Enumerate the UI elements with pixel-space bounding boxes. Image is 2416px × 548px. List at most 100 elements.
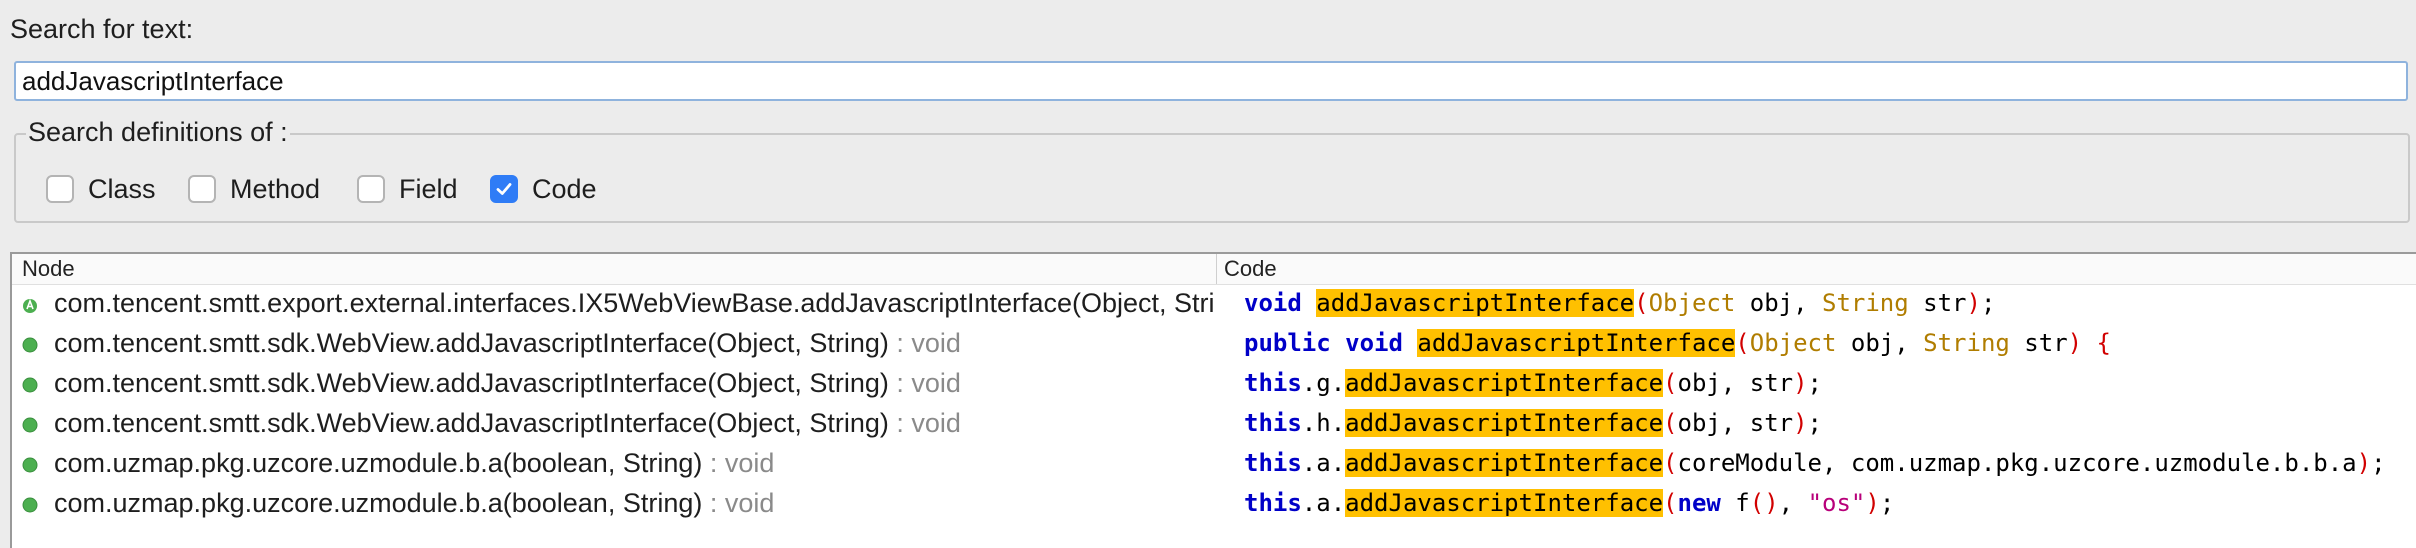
code-cell: this.h.addJavascriptInterface(obj, str);	[1244, 409, 1822, 437]
table-row[interactable]: com.uzmap.pkg.uzcore.uzmodule.b.a(boolea…	[12, 445, 2416, 485]
code-string: "os"	[1807, 489, 1866, 517]
method-icon	[22, 457, 38, 473]
code-checkbox[interactable]	[490, 175, 518, 203]
node-return-type: : void	[888, 408, 961, 438]
method-option[interactable]: Method	[188, 172, 320, 206]
node-name: com.uzmap.pkg.uzcore.uzmodule.b.a(boolea…	[54, 448, 703, 478]
code-paren: )	[2356, 449, 2372, 477]
table-row[interactable]: com.tencent.smtt.sdk.WebView.addJavascri…	[12, 365, 2416, 405]
code-keyword: public	[1244, 329, 1346, 357]
code-cell: public void addJavascriptInterface(Objec…	[1244, 329, 2111, 357]
code-column-header[interactable]: Code	[1224, 256, 1277, 282]
class-option[interactable]: Class	[46, 172, 156, 206]
node-name: com.tencent.smtt.export.external.interfa…	[54, 288, 1214, 318]
search-label: Search for text:	[10, 14, 194, 44]
code-tail: ;	[1807, 369, 1822, 397]
code-match-highlight: addJavascriptInterface	[1345, 369, 1664, 397]
code-match-highlight: addJavascriptInterface	[1345, 449, 1664, 477]
method-icon	[22, 337, 38, 353]
code-option[interactable]: Code	[490, 172, 597, 206]
node-cell: com.tencent.smtt.sdk.WebView.addJavascri…	[54, 368, 1214, 399]
code-keyword: new	[1677, 489, 1721, 517]
table-row[interactable]: com.tencent.smtt.sdk.WebView.addJavascri…	[12, 405, 2416, 445]
code-arg: ,	[1778, 489, 1808, 517]
node-column-header[interactable]: Node	[22, 256, 75, 282]
code-cell: this.a.addJavascriptInterface(coreModule…	[1244, 449, 2386, 477]
field-label: Field	[399, 173, 458, 204]
code-arg: obj,	[1735, 289, 1822, 317]
code-keyword: this	[1244, 449, 1302, 477]
node-cell: com.tencent.smtt.sdk.WebView.addJavascri…	[54, 328, 1214, 359]
code-tail: ;	[1980, 289, 1996, 317]
code-paren: ) {	[2067, 329, 2112, 357]
code-cell: void addJavascriptInterface(Object obj, …	[1244, 289, 1995, 317]
code-keyword: void	[1244, 289, 1317, 317]
abstract-method-icon	[23, 298, 37, 313]
code-arg: obj, str	[1677, 369, 1794, 397]
node-cell: com.tencent.smtt.sdk.WebView.addJavascri…	[54, 408, 1214, 439]
code-object: .a.	[1301, 449, 1346, 477]
search-input[interactable]	[14, 61, 2408, 101]
code-paren: (	[1663, 369, 1678, 397]
results-header: Node Code	[12, 254, 2416, 285]
code-type: String	[1822, 289, 1909, 317]
code-paren: (	[1634, 289, 1649, 317]
code-type: Object	[1648, 289, 1736, 317]
search-definitions-legend: Search definitions of :	[26, 117, 290, 148]
code-object: .h.	[1301, 409, 1346, 437]
code-cell: this.a.addJavascriptInterface(new f(), "…	[1244, 489, 1894, 517]
node-return-type: : void	[702, 488, 775, 518]
node-name: com.uzmap.pkg.uzcore.uzmodule.b.a(boolea…	[54, 488, 703, 518]
code-paren: (	[1663, 409, 1678, 437]
node-name: com.tencent.smtt.sdk.WebView.addJavascri…	[54, 408, 889, 438]
code-paren: )	[1793, 369, 1808, 397]
code-cell: this.g.addJavascriptInterface(obj, str);	[1244, 369, 1822, 397]
column-divider[interactable]	[1216, 254, 1217, 284]
field-checkbox[interactable]	[357, 175, 385, 203]
method-label: Method	[230, 173, 321, 204]
node-cell: com.uzmap.pkg.uzcore.uzmodule.b.a(boolea…	[54, 488, 1214, 519]
code-paren: (	[1663, 489, 1678, 517]
node-name: com.tencent.smtt.sdk.WebView.addJavascri…	[54, 328, 889, 358]
method-icon	[22, 417, 38, 433]
code-paren: )	[1865, 489, 1880, 517]
code-paren: (	[1663, 449, 1678, 477]
code-paren: )	[1966, 289, 1981, 317]
code-arg: obj,	[1836, 329, 1924, 357]
node-return-type: : void	[702, 448, 775, 478]
code-keyword: this	[1244, 369, 1302, 397]
code-paren: )	[1793, 409, 1808, 437]
code-keyword: this	[1244, 489, 1302, 517]
table-row[interactable]: com.tencent.smtt.export.external.interfa…	[12, 285, 2416, 325]
code-match-highlight: addJavascriptInterface	[1345, 409, 1664, 437]
node-return-type: : void	[888, 328, 961, 358]
code-arg: str	[2009, 329, 2068, 357]
code-tail: ;	[1879, 489, 1895, 517]
node-cell: com.tencent.smtt.export.external.interfa…	[54, 288, 1214, 319]
code-object: .a.	[1301, 489, 1346, 517]
code-type: String	[1923, 329, 2010, 357]
node-name: com.tencent.smtt.sdk.WebView.addJavascri…	[54, 368, 889, 398]
code-tail: ;	[2371, 449, 2386, 477]
code-arg: str	[1908, 289, 1967, 317]
code-arg: f	[1720, 489, 1750, 517]
code-arg: coreModule, com.uzmap.pkg.uzcore.uzmodul…	[1677, 449, 2357, 477]
node-cell: com.uzmap.pkg.uzcore.uzmodule.b.a(boolea…	[54, 448, 1214, 479]
code-label: Code	[532, 173, 597, 204]
code-keyword: this	[1244, 409, 1302, 437]
table-row[interactable]: com.uzmap.pkg.uzcore.uzmodule.b.a(boolea…	[12, 485, 2416, 525]
method-checkbox[interactable]	[188, 175, 216, 203]
table-row[interactable]: com.tencent.smtt.sdk.WebView.addJavascri…	[12, 325, 2416, 365]
code-paren: (	[1735, 329, 1750, 357]
method-icon	[22, 497, 38, 513]
code-match-highlight: addJavascriptInterface	[1316, 289, 1635, 317]
code-match-highlight: addJavascriptInterface	[1417, 329, 1736, 357]
class-checkbox[interactable]	[46, 175, 74, 203]
field-option[interactable]: Field	[357, 172, 458, 206]
code-object: .g.	[1301, 369, 1346, 397]
code-tail: ;	[1807, 409, 1822, 437]
class-label: Class	[88, 173, 156, 204]
code-arg: obj, str	[1677, 409, 1794, 437]
results-table: Node Code com.tencent.smtt.export.extern…	[10, 252, 2416, 548]
code-type: Object	[1749, 329, 1837, 357]
